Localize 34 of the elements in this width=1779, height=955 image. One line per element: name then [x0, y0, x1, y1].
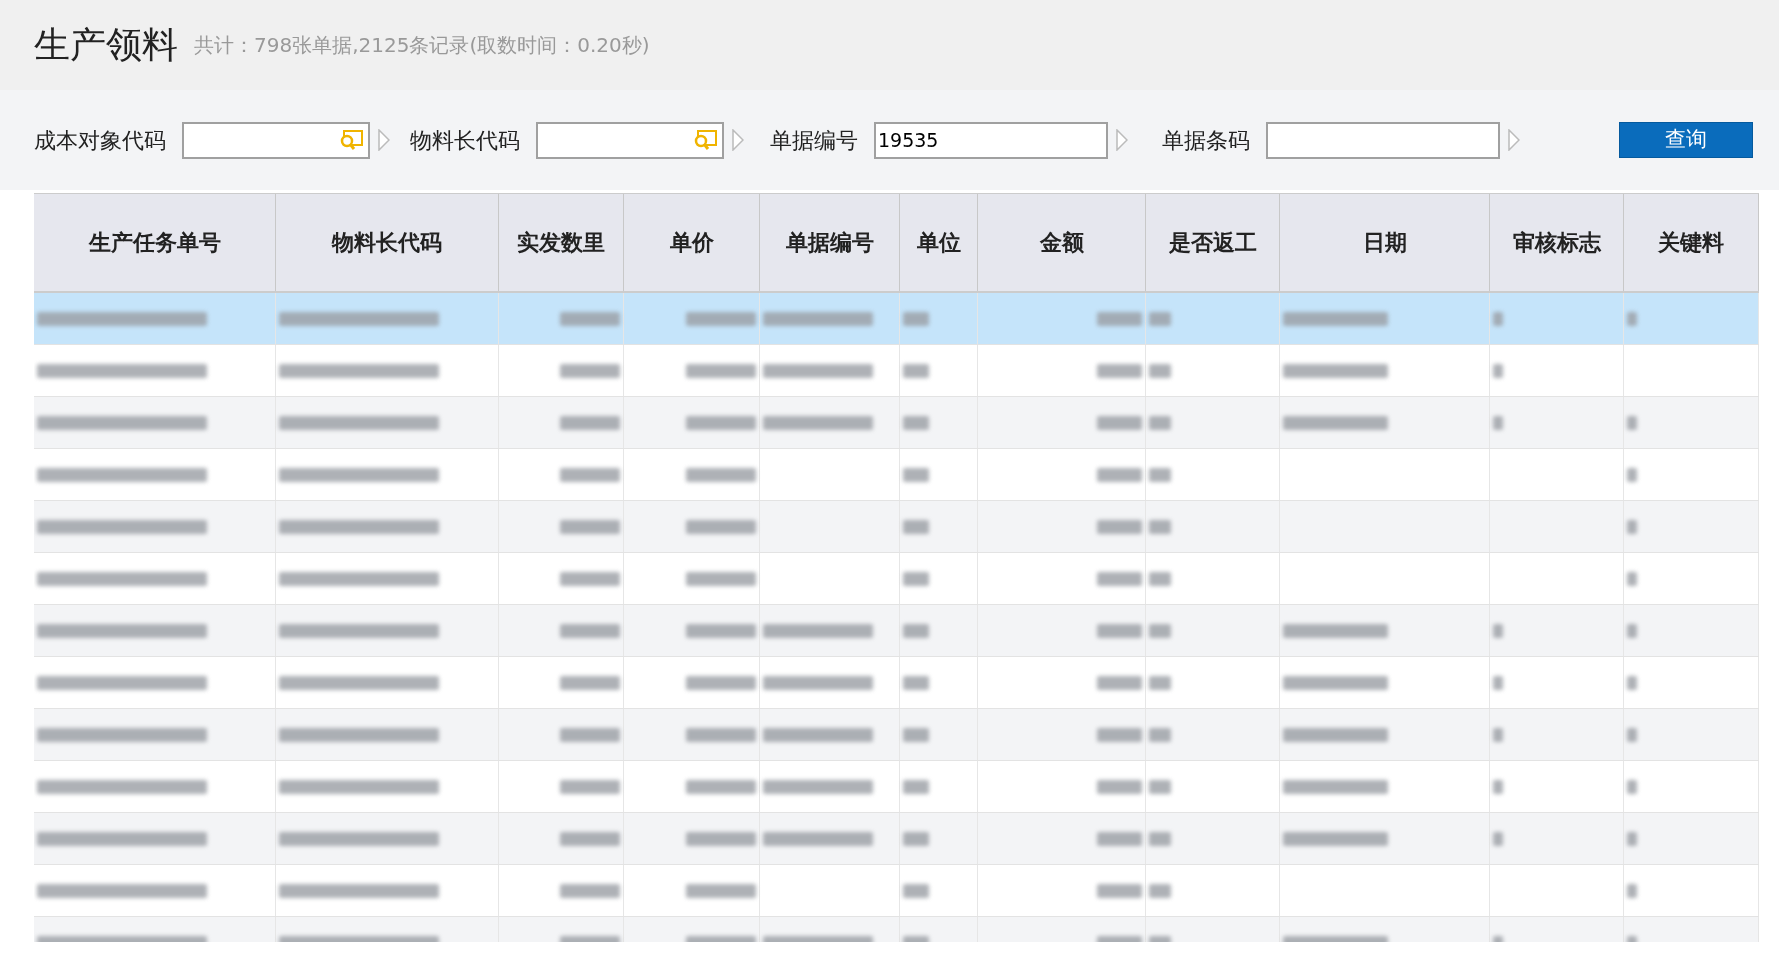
column-header: 日期 [1279, 194, 1490, 291]
triangle-icon[interactable] [378, 129, 390, 151]
field-label: 单据条码 [1162, 126, 1250, 155]
input-field[interactable] [536, 121, 724, 159]
column-header: 物料长代码 [275, 194, 499, 291]
triangle-icon[interactable] [732, 129, 744, 151]
page-title: 生产领料 [34, 23, 178, 67]
table-row[interactable] [34, 605, 1759, 657]
table-row[interactable] [34, 813, 1759, 865]
column-header: 审核标志 [1489, 194, 1624, 291]
column-header: 是否返工 [1145, 194, 1280, 291]
triangle-icon[interactable] [1116, 129, 1128, 151]
triangle-icon[interactable] [1508, 129, 1520, 151]
column-header: 生产任务单号 [34, 194, 276, 291]
field-label: 物料长代码 [410, 126, 520, 155]
query-button[interactable]: 查询 [1619, 122, 1753, 158]
summary-text: 共计：798张单据,2125条记录(取数时间：0.20秒) [194, 32, 650, 59]
table-row[interactable] [34, 501, 1759, 553]
column-header: 实发数里 [498, 194, 624, 291]
search-icon[interactable] [692, 128, 718, 151]
column-header: 单据编号 [759, 194, 900, 291]
column-header: 单位 [899, 194, 978, 291]
table-row[interactable] [34, 397, 1759, 449]
field-label: 成本对象代码 [34, 126, 166, 155]
table-row[interactable] [34, 709, 1759, 761]
input-field[interactable] [182, 121, 370, 159]
input-field[interactable] [1266, 121, 1500, 159]
search-icon[interactable] [338, 128, 364, 151]
column-header: 关键料 [1623, 194, 1759, 291]
column-header: 单价 [623, 194, 760, 291]
field-label: 单据编号 [770, 126, 858, 155]
table-row[interactable] [34, 293, 1759, 345]
input-field[interactable]: 19535 [874, 121, 1108, 159]
column-header: 金额 [977, 194, 1146, 291]
